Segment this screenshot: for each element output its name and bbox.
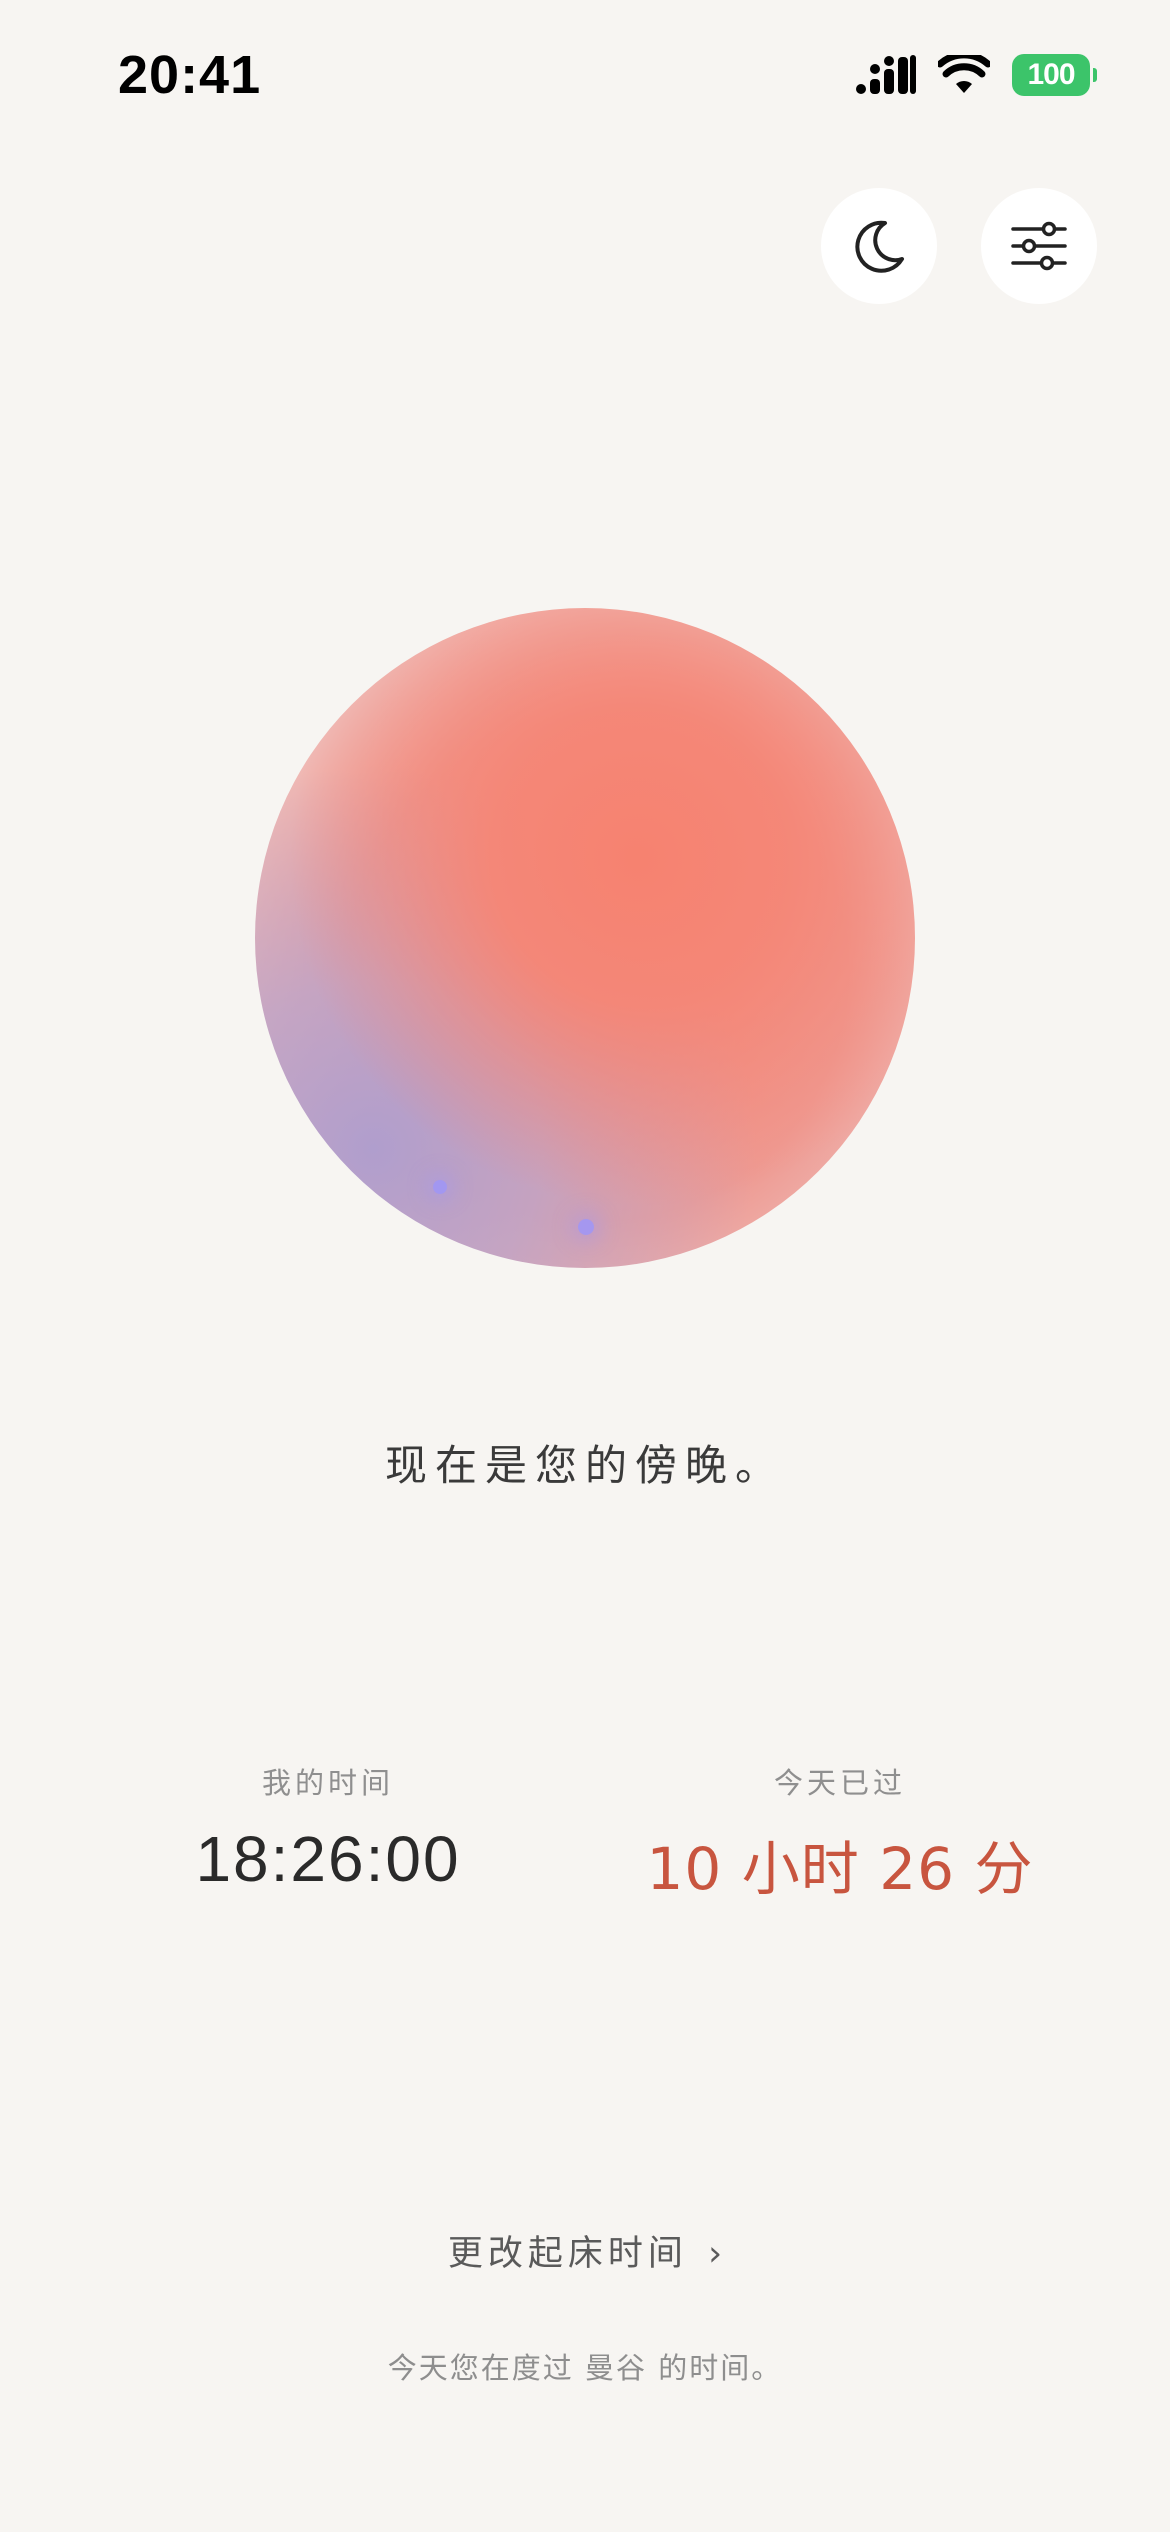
settings-button[interactable] [981,188,1097,304]
orb-sparkle [433,1180,447,1194]
elapsed-today-stat: 今天已过 10 小时 26 分 [590,1760,1090,1906]
my-time-stat: 我的时间 18:26:00 [78,1760,578,1896]
my-time-value: 18:26:00 [195,1823,461,1895]
change-wake-time-label: 更改起床时间 [447,2234,688,2274]
status-icons: 100 [856,54,1097,96]
status-time: 20:41 [118,45,262,105]
elapsed-today-label: 今天已过 [773,1766,906,1800]
wifi-icon [938,55,990,93]
status-bar: 20:41 100 [0,0,1170,150]
cellular-signal-icon [856,55,916,94]
elapsed-today-value: 10 小时 26 分 [646,1835,1034,1903]
day-phase-greeting: 现在是您的傍晚。 [384,1441,785,1490]
my-time-label: 我的时间 [261,1766,394,1800]
battery-level: 100 [1027,58,1075,91]
night-mode-button[interactable] [821,188,937,304]
location-footnote: 今天您在度过 曼谷 的时间。 [387,2351,783,2385]
chevron-right-icon: › [708,2234,723,2274]
change-wake-time-button[interactable]: 更改起床时间 › [0,2225,1170,2276]
moon-icon [855,220,904,273]
battery-icon: 100 [1012,54,1097,96]
orb-sparkle [578,1219,594,1235]
day-phase-orb [255,608,915,1268]
sliders-icon [1011,221,1067,271]
